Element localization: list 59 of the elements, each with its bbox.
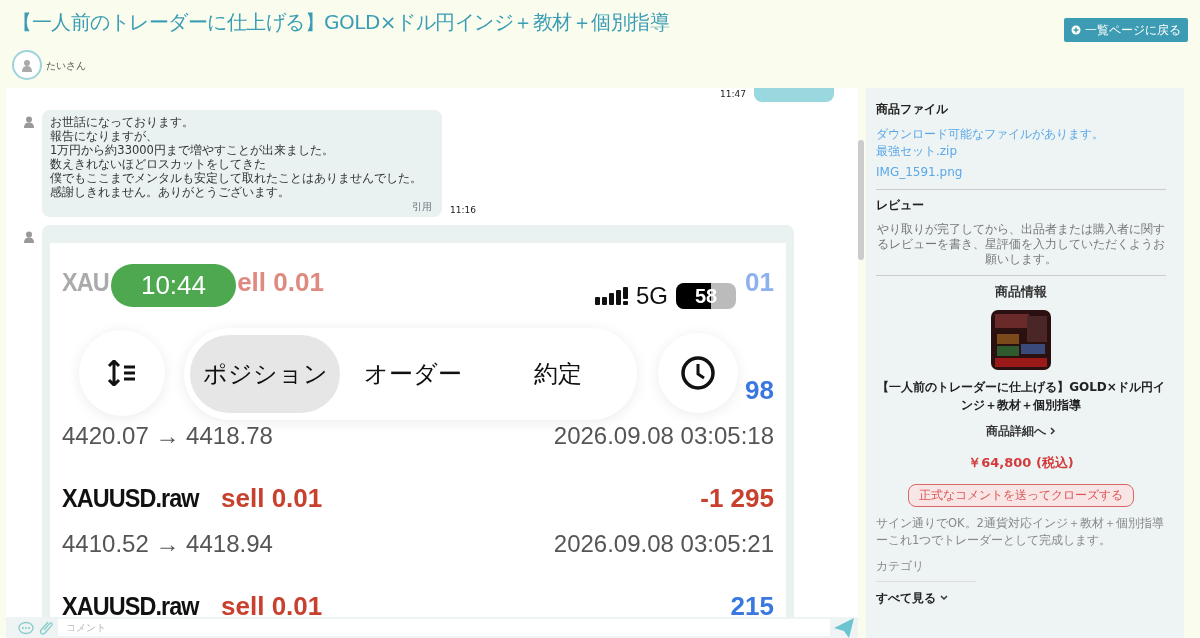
trade-time: 2026.09.08 03:05:21: [553, 528, 774, 559]
scrollbar-thumb[interactable]: [858, 140, 864, 260]
tab[interactable]: オーダー: [340, 335, 486, 413]
close-button[interactable]: 正式なコメントを送ってクローズする: [908, 483, 1134, 507]
paperclip-icon[interactable]: [38, 620, 54, 635]
status-time: 10:44: [111, 264, 236, 307]
message-text: お世話になっております。: [50, 115, 195, 129]
person-icon: [21, 58, 33, 72]
tab[interactable]: ポジション: [190, 335, 340, 413]
comment-field[interactable]: コメント: [58, 619, 830, 636]
product-description: サイン通りでOK。2通貨対応インジ＋教材＋個別指導ーこれ1つでトレーダーとして完成します。: [876, 514, 1165, 549]
message-text: 報告になりますが、: [50, 129, 159, 143]
section-heading: 商品ファイル: [876, 101, 949, 118]
details-link[interactable]: 商品詳細へ: [986, 423, 1056, 438]
trade-symbol: XAUUSD.raw: [62, 481, 199, 515]
file-link[interactable]: IMG_1591.png: [876, 164, 1166, 181]
person-icon: [24, 116, 34, 128]
trade-symbol: XAU: [62, 265, 109, 299]
signal-icon: [595, 287, 628, 305]
review-text: やり取りが完了してから、出品者または購入者に関するレビューを書き、星評価を入力していただくようお願いします。: [876, 222, 1166, 267]
quote-link[interactable]: 引用: [412, 201, 432, 212]
page-title: 【一人前のトレーダーに仕上げる】GOLD×ドル円インジ＋教材＋個別指導: [12, 10, 670, 34]
file-link[interactable]: ダウンロード可能なファイルがあります。: [876, 126, 1166, 143]
message-time: 11:47: [720, 88, 746, 102]
message-text: 数えきれないほどロスカットをしてきた: [50, 157, 267, 171]
trade-side: sell 0.01: [221, 482, 323, 513]
chevron-down-icon: [940, 595, 948, 602]
trade-profit: 215: [730, 589, 774, 617]
trade-time: 2026.09.08 03:05:18: [553, 420, 774, 451]
message-text: 僕でもここまでメンタルも安定して取れたことはありませんでした。: [50, 171, 423, 185]
message-time: 11:16: [450, 203, 476, 217]
tab[interactable]: 約定: [485, 335, 631, 413]
message-text: 1万円から約33000円まで増やすことが出来ました。: [50, 143, 335, 157]
trade-prices: 4410.52 → 4418.94: [62, 528, 273, 559]
send-icon[interactable]: [834, 617, 854, 638]
price-text: ￥64,800 (税込): [968, 454, 1074, 470]
trade-profit: -1 295: [700, 481, 774, 515]
back-button[interactable]: 一覧ページに戻る: [1064, 18, 1188, 42]
product-title: 【一人前のトレーダーに仕上げる】GOLD×ドル円インジ＋教材＋個別指導: [876, 378, 1166, 414]
category-label: カテゴリ: [876, 557, 925, 575]
trade-profit: 98: [745, 373, 774, 407]
trade-profit: 01: [745, 265, 774, 299]
message-text: 感謝しきれません。ありがとうございます。: [50, 185, 291, 199]
trade-side: ell 0.01: [237, 266, 324, 297]
file-link[interactable]: 最強セット.zip: [876, 143, 1166, 160]
trade-symbol: XAUUSD.raw: [62, 589, 199, 617]
plus-icon: [1071, 25, 1081, 35]
chat-bubble-icon[interactable]: [18, 620, 34, 635]
user-name: たいさん: [46, 58, 86, 73]
person-icon: [24, 231, 34, 243]
sort-icon: [107, 360, 137, 386]
section-heading: 商品情報: [994, 283, 1048, 301]
trade-side: sell 0.01: [221, 590, 323, 617]
trade-prices: 4420.07 → 4418.78: [62, 420, 273, 451]
clock-icon: [680, 355, 716, 391]
section-heading: レビュー: [876, 197, 925, 214]
see-all-link[interactable]: すべて見る: [876, 589, 948, 607]
chevron-right-icon: [1050, 427, 1056, 435]
network-label: 5G: [636, 281, 668, 311]
